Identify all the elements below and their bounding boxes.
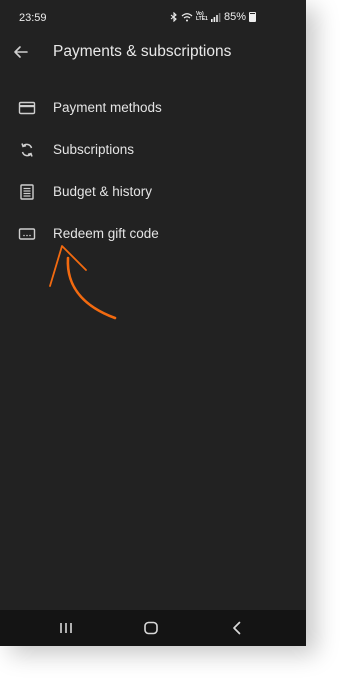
bluetooth-icon (170, 12, 177, 22)
menu-item-label: Payment methods (53, 100, 162, 115)
menu-item-label: Redeem gift code (53, 226, 159, 241)
back-icon[interactable] (228, 619, 246, 637)
status-time: 23:59 (19, 12, 47, 24)
menu-item-label: Budget & history (53, 184, 153, 199)
arrow-back-icon[interactable] (11, 42, 31, 62)
volte-icon: Vo) LTE1 (195, 11, 208, 22)
gift-card-icon (18, 228, 36, 240)
battery-icon (249, 12, 256, 22)
sync-icon (21, 143, 33, 157)
home-icon[interactable] (142, 619, 160, 637)
menu-item-label: Subscriptions (53, 142, 135, 157)
system-nav-bar (0, 610, 306, 646)
top-app-bar: Payments & subscriptions (0, 36, 306, 70)
page: 23:59 Vo) LTE1 85% Payments & subscripti… (0, 0, 356, 695)
recents-icon[interactable] (57, 619, 75, 637)
wifi-icon (181, 13, 193, 22)
phone-screen: 23:59 Vo) LTE1 85% Payments & subscripti… (0, 0, 306, 646)
receipt-list-icon (20, 184, 34, 200)
menu-item-redeem-gift-code[interactable]: Redeem gift code (0, 213, 306, 255)
signal-icon (210, 13, 221, 22)
page-title: Payments & subscriptions (53, 43, 232, 60)
settings-menu: Payment methods Subscriptions Budget & h… (0, 87, 306, 255)
menu-item-payment-methods[interactable]: Payment methods (0, 87, 306, 129)
status-icons: Vo) LTE1 85% (170, 11, 256, 23)
menu-item-budget-history[interactable]: Budget & history (0, 171, 306, 213)
status-bar: 23:59 Vo) LTE1 85% (0, 0, 306, 36)
menu-item-subscriptions[interactable]: Subscriptions (0, 129, 306, 171)
battery-percent: 85% (223, 11, 246, 23)
credit-card-icon (18, 101, 36, 115)
